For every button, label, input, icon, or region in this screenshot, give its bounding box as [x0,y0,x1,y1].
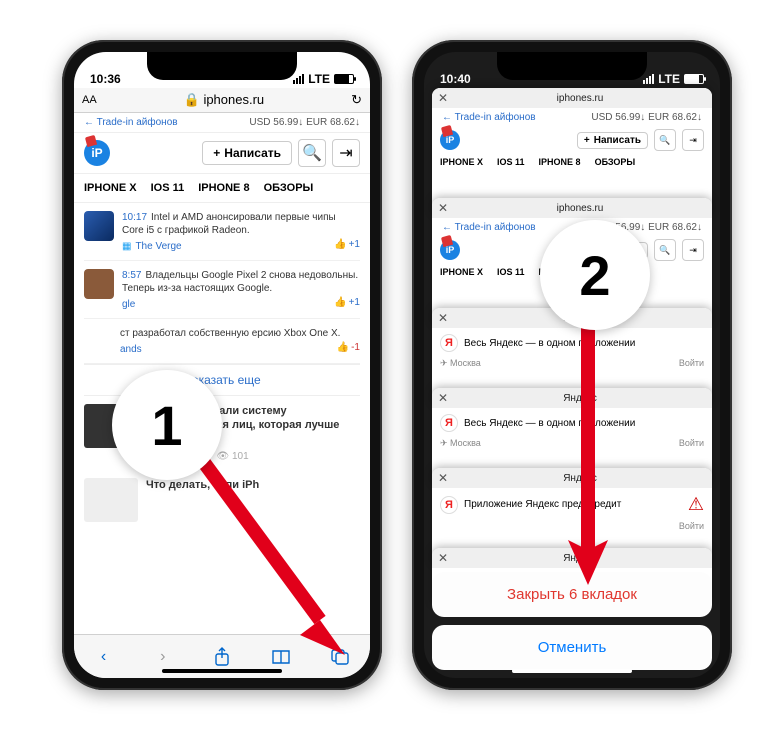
close-tab-icon[interactable]: ✕ [438,551,448,565]
phone-left: 10:36 LTE AA 🔒 iphones.ru ↻ ← Trade-in а… [62,40,382,690]
tab-ios11[interactable]: IOS 11 [151,182,185,194]
signal-icon [643,74,654,84]
thumb [84,269,114,299]
like-button[interactable]: 👍 +1 [334,295,360,310]
site-topbar: ← Trade-in айфонов USD 56.99↓ EUR 68.62↓ [74,113,370,133]
write-button: + Написать [577,132,648,149]
news-item[interactable]: 10:17Intel и AMD анонсировали первые чип… [84,203,360,261]
source[interactable]: ▦The Verge [122,241,182,252]
yandex-logo-icon: Я [440,414,458,432]
cancel-button[interactable]: Отменить [432,625,712,670]
close-all-tabs-button[interactable]: Закрыть 6 вкладок [432,572,712,617]
action-sheet: Закрыть 6 вкладок Отменить [432,572,712,670]
home-indicator[interactable] [162,669,282,673]
exit-button[interactable]: ⇥ [332,139,360,167]
yandex-logo-icon: Я [440,334,458,352]
network-label: LTE [658,72,680,86]
plus-icon: + [213,146,220,160]
lock-icon: 🔒 [184,92,200,107]
phone-right: 10:40 LTE ✕iphones.ru ← Trade-in айфонов… [412,40,732,690]
share-button[interactable] [211,646,233,668]
url-bar[interactable]: AA 🔒 iphones.ru ↻ [74,88,370,113]
thumb [84,211,114,241]
tab-reviews[interactable]: ОБЗОРЫ [264,182,314,194]
url-domain: iphones.ru [203,92,264,107]
status-time: 10:36 [90,72,121,86]
close-tab-icon[interactable]: ✕ [438,391,448,405]
forward-button[interactable]: › [152,646,174,668]
network-label: LTE [308,72,330,86]
exit-button: ⇥ [682,129,704,151]
close-tab-icon[interactable]: ✕ [438,91,448,105]
site-logo[interactable]: iP [84,140,110,166]
warning-icon: ⚠ [688,494,704,515]
reload-icon[interactable]: ↻ [351,92,362,108]
news-item[interactable]: ст разработал собственную ерсию Xbox One… [84,319,360,364]
article-card[interactable]: Что делать, если iPh [84,470,360,530]
tabs-button[interactable] [329,646,351,668]
tradein-link[interactable]: ← Trade-in айфонов [84,117,178,128]
close-tab-icon[interactable]: ✕ [438,201,448,215]
yandex-logo-icon: Я [440,496,458,514]
news-item[interactable]: 8:57Владельцы Google Pixel 2 снова недов… [84,261,360,319]
like-button[interactable]: 👍 -1 [337,340,360,355]
annotation-badge-2: 2 [540,220,650,330]
screen-tab-switcher: 10:40 LTE ✕iphones.ru ← Trade-in айфонов… [424,52,720,678]
site-header: iP +Написать 🔍 ⇥ [74,133,370,174]
rates: USD 56.99↓ EUR 68.62↓ [249,117,360,128]
home-indicator[interactable] [512,669,632,673]
annotation-badge-1: 1 [112,370,222,480]
reader-icon[interactable]: AA [82,94,97,106]
eye-icon: 👁 [216,451,229,462]
article-image [84,478,138,522]
news-feed: 10:17Intel и AMD анонсировали первые чип… [74,203,370,530]
notch [497,52,647,80]
tab-iphonex[interactable]: IPHONE X [84,182,137,194]
close-tab-icon[interactable]: ✕ [438,471,448,485]
close-tab-icon[interactable]: ✕ [438,311,448,325]
twitter-icon: ▦ [122,241,131,252]
battery-icon [334,74,354,84]
search-icon: 🔍 [302,143,322,163]
category-tabs: IPHONE X IOS 11 IPHONE 8 ОБЗОРЫ [74,174,370,203]
back-button[interactable]: ‹ [93,646,115,668]
write-button[interactable]: +Написать [202,141,292,165]
search-button: 🔍 [654,129,676,151]
site-logo: iP [440,130,460,150]
notch [147,52,297,80]
bookmarks-button[interactable] [270,646,292,668]
battery-icon [684,74,704,84]
screen-safari: 10:36 LTE AA 🔒 iphones.ru ↻ ← Trade-in а… [74,52,370,678]
exit-icon: ⇥ [339,143,352,163]
search-button[interactable]: 🔍 [298,139,326,167]
tab-iphone8[interactable]: IPHONE 8 [198,182,249,194]
status-time: 10:40 [440,72,471,86]
like-button[interactable]: 👍 +1 [334,239,360,250]
site-logo: iP [440,240,460,260]
tab-cards-stack[interactable]: ✕iphones.ru ← Trade-in айфоновUSD 56.99↓… [432,88,712,583]
signal-icon [293,74,304,84]
